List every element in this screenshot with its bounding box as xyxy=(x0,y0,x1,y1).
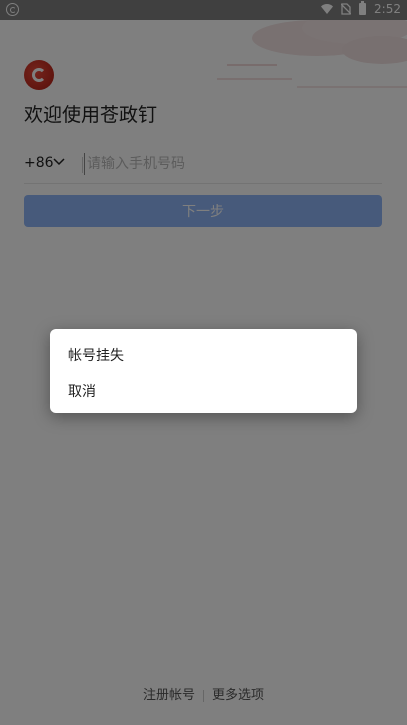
options-dialog: 帐号挂失 取消 xyxy=(50,329,357,413)
cancel-option[interactable]: 取消 xyxy=(68,381,96,401)
report-loss-option[interactable]: 帐号挂失 xyxy=(68,345,124,365)
